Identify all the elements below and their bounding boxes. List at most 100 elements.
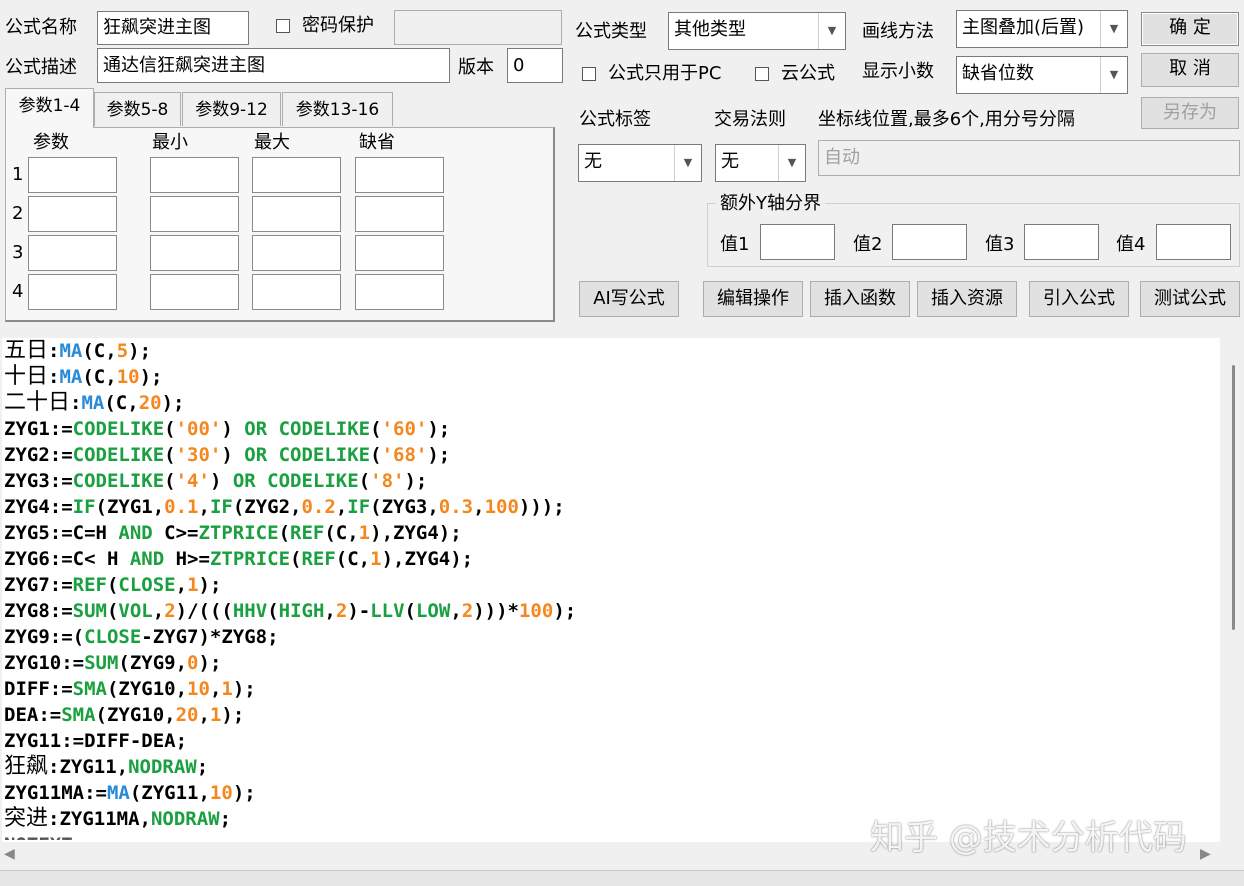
cloud-checkbox[interactable] (755, 67, 769, 81)
param-cell-max[interactable] (252, 196, 341, 232)
code-line: ZYG11:=DIFF-DEA; (4, 730, 188, 752)
code-line: DIFF:=SMA(ZYG10,10,1); (4, 678, 256, 700)
y-axis-group-label: 额外Y轴分界 (716, 192, 825, 216)
insert-resource-button[interactable]: 插入资源 (917, 281, 1017, 317)
val3-input[interactable] (1024, 224, 1099, 260)
code-editor[interactable]: 五日:MA(C,5); 十日:MA(C,10); 二十日:MA(C,20); ZYG1… (2, 338, 1220, 842)
version-label: 版本 (458, 57, 494, 78)
chevron-down-icon: ▼ (778, 145, 805, 181)
param-cell-name[interactable] (28, 235, 117, 271)
param-row-number: 4 (12, 281, 24, 302)
val3-label: 值3 (985, 234, 1015, 255)
password-checkbox[interactable] (276, 19, 290, 33)
code-line: ZYG2:=CODELIKE('30') OR CODELIKE('68'); (4, 444, 451, 466)
param-cell-default[interactable] (355, 196, 444, 232)
param-cell-max[interactable] (252, 274, 341, 310)
code-line: ZYG11MA:=MA(ZYG11,10); (4, 782, 256, 804)
formula-type-select[interactable]: 其他类型 ▼ (668, 12, 846, 50)
pc-only-checkbox[interactable] (582, 67, 596, 81)
param-row-number: 3 (12, 242, 24, 263)
code-line: ZYG6:=C< H AND H>=ZTPRICE(REF(C,1),ZYG4)… (4, 548, 474, 570)
param-header-name: 参数 (33, 132, 69, 153)
param-cell-min[interactable] (150, 196, 239, 232)
ok-button[interactable]: 确 定 (1141, 12, 1239, 46)
param-cell-name[interactable] (28, 196, 117, 232)
code-line: 二十日:MA(C,20); (4, 390, 185, 415)
test-formula-button[interactable]: 测试公式 (1140, 281, 1240, 317)
param-cell-default[interactable] (355, 274, 444, 310)
watermark: 知乎 @技术分析代码 (870, 818, 1187, 858)
code-line: ZYG7:=REF(CLOSE,1); (4, 574, 222, 596)
tag-select[interactable]: 无 ▼ (578, 144, 702, 182)
code-line: ZYG8:=SUM(VOL,2)/(((HHV(HIGH,2)-LLV(LOW,… (4, 600, 577, 622)
cloud-label: 云公式 (781, 63, 835, 84)
val2-label: 值2 (853, 234, 883, 255)
decimals-select[interactable]: 缺省位数 ▼ (956, 56, 1128, 94)
param-cell-min[interactable] (150, 157, 239, 193)
val2-input[interactable] (892, 224, 967, 260)
rule-label: 交易法则 (714, 109, 786, 130)
param-header-max: 最大 (254, 132, 290, 153)
draw-method-label: 画线方法 (862, 21, 934, 42)
decimals-value: 缺省位数 (962, 63, 1034, 84)
version-input[interactable]: 0 (507, 48, 563, 83)
param-cell-default[interactable] (355, 157, 444, 193)
val4-input[interactable] (1156, 224, 1231, 260)
code-line: 五日:MA(C,5); (4, 338, 152, 363)
tag-label: 公式标签 (579, 109, 651, 130)
vertical-scrollbar[interactable] (1220, 338, 1242, 842)
tab-params-1-4[interactable]: 参数1-4 (5, 88, 94, 128)
coord-input[interactable]: 自动 (818, 140, 1240, 176)
ai-formula-button[interactable]: AI写公式 (579, 281, 679, 317)
code-line: ZYG3:=CODELIKE('4') OR CODELIKE('8'); (4, 470, 428, 492)
code-line: ZYG5:=C=H AND C>=ZTPRICE(REF(C,1),ZYG4); (4, 522, 462, 544)
rule-value: 无 (721, 151, 739, 172)
formula-name-input[interactable]: 狂飙突进主图 (97, 11, 249, 45)
param-row-number: 1 (12, 164, 24, 185)
code-line: 狂飙:ZYG11,NODRAW; (4, 754, 209, 779)
tab-params-9-12[interactable]: 参数9-12 (182, 92, 281, 126)
decimals-label: 显示小数 (862, 61, 934, 82)
rule-select[interactable]: 无 ▼ (715, 144, 806, 182)
val1-label: 值1 (720, 234, 750, 255)
scrollbar-thumb[interactable] (1232, 365, 1235, 630)
password-input[interactable] (394, 10, 562, 45)
coord-label: 坐标线位置,最多6个,用分号分隔 (818, 109, 1075, 130)
code-line: 十日:MA(C,10); (4, 364, 163, 389)
password-label: 密码保护 (302, 15, 374, 36)
param-cell-name[interactable] (28, 157, 117, 193)
tab-params-5-8[interactable]: 参数5-8 (94, 92, 181, 126)
insert-function-button[interactable]: 插入函数 (810, 281, 910, 317)
val1-input[interactable] (760, 224, 835, 260)
chevron-down-icon: ▼ (1100, 11, 1127, 47)
cancel-button[interactable]: 取 消 (1141, 53, 1239, 87)
param-header-default: 缺省 (359, 132, 395, 153)
chevron-down-icon: ▼ (1100, 57, 1127, 93)
draw-method-select[interactable]: 主图叠加(后置) ▼ (956, 10, 1128, 48)
param-cell-name[interactable] (28, 274, 117, 310)
formula-desc-input[interactable]: 通达信狂飙突进主图 (97, 48, 450, 83)
scroll-left-icon[interactable]: ◀ (4, 846, 15, 862)
edit-ops-button[interactable]: 编辑操作 (703, 281, 803, 317)
param-cell-min[interactable] (150, 274, 239, 310)
val4-label: 值4 (1116, 234, 1146, 255)
import-formula-button[interactable]: 引入公式 (1029, 281, 1129, 317)
draw-method-value: 主图叠加(后置) (962, 17, 1085, 38)
code-line: ZYG1:=CODELIKE('00') OR CODELIKE('60'); (4, 418, 451, 440)
formula-desc-label: 公式描述 (5, 57, 77, 78)
tab-params-13-16[interactable]: 参数13-16 (282, 92, 393, 126)
formula-type-value: 其他类型 (674, 19, 746, 40)
param-cell-default[interactable] (355, 235, 444, 271)
param-cell-min[interactable] (150, 235, 239, 271)
param-cell-max[interactable] (252, 157, 341, 193)
code-line: DEA:=SMA(ZYG10,20,1); (4, 704, 245, 726)
code-line: ZYG9:=(CLOSE-ZYG7)*ZYG8; (4, 626, 279, 648)
param-cell-max[interactable] (252, 235, 341, 271)
scroll-right-icon[interactable]: ▶ (1200, 846, 1211, 862)
code-line: ZYG4:=IF(ZYG1,0.1,IF(ZYG2,0.2,IF(ZYG3,0.… (4, 496, 565, 518)
chevron-down-icon: ▼ (674, 145, 701, 181)
save-as-button[interactable]: 另存为 (1141, 97, 1239, 129)
formula-name-label: 公式名称 (5, 17, 77, 38)
tag-value: 无 (584, 151, 602, 172)
code-line: ZYG10:=SUM(ZYG9,0); (4, 652, 222, 674)
